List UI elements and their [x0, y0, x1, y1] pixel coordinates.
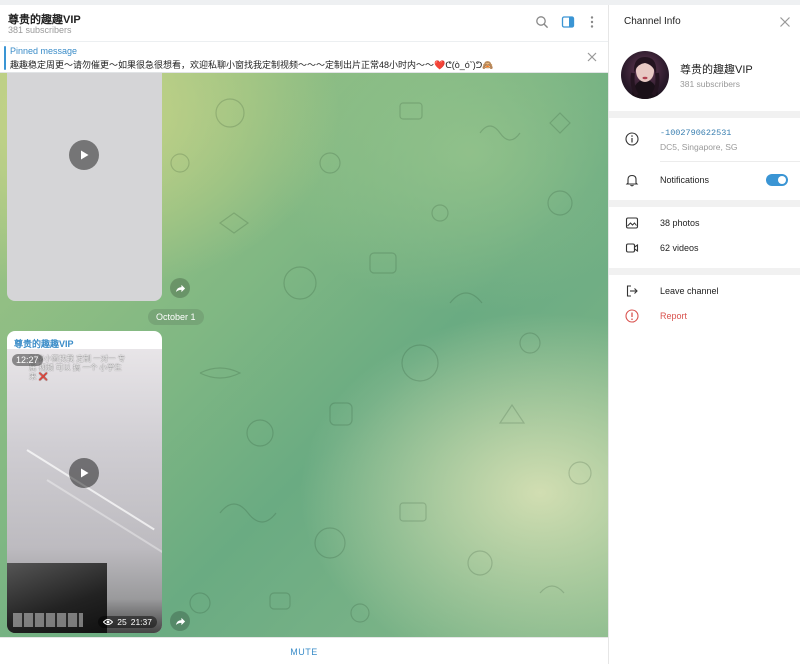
- info-icon-wrap: [625, 132, 639, 146]
- search-icon: [536, 16, 549, 29]
- pinned-title: Pinned message: [10, 46, 78, 56]
- photos-row[interactable]: 38 photos: [609, 213, 800, 233]
- play-icon: [81, 150, 89, 160]
- leave-channel-row[interactable]: Leave channel: [609, 281, 800, 301]
- video-duration: 12:27: [12, 354, 43, 366]
- video-thumbnail[interactable]: 私聊小窗找我 定制 一对一 专属 视频 可以 搞 一个 小学生 来 ❌ 12:2…: [7, 349, 162, 633]
- mute-button[interactable]: MUTE: [0, 638, 608, 664]
- alert-icon: [625, 309, 639, 323]
- eye-icon: [103, 619, 114, 625]
- light-streak: [46, 479, 162, 556]
- play-icon: [81, 468, 89, 478]
- chat-column: 尊贵的趣趣VIP 381 subscribers Pinned message …: [0, 5, 608, 664]
- video-icon: [625, 243, 639, 253]
- info-icon: [625, 132, 639, 146]
- sidebar-toggle-button[interactable]: [559, 13, 577, 31]
- photos-count: 38 photos: [660, 218, 700, 228]
- report-label: Report: [660, 311, 688, 321]
- search-button[interactable]: [533, 13, 551, 31]
- share-icon: [175, 284, 185, 292]
- pinned-accent-bar: [4, 46, 6, 70]
- notifications-label: Notifications: [660, 175, 710, 185]
- video-frame-keys: [13, 613, 83, 627]
- video-message-1[interactable]: [7, 73, 162, 301]
- channel-id[interactable]: -1002790622531: [660, 128, 731, 138]
- video-message-2[interactable]: 尊贵的趣趣VIP 私聊小窗找我 定制 一对一 专属 视频 可以 搞 一个 小学生…: [7, 331, 162, 633]
- photo-icon: [625, 217, 639, 229]
- date-separator: October 1: [148, 309, 204, 325]
- logout-icon: [626, 285, 638, 297]
- bell-icon: [625, 174, 639, 187]
- notifications-toggle[interactable]: [766, 174, 788, 186]
- close-icon[interactable]: [779, 16, 791, 28]
- more-icon: [590, 16, 594, 28]
- composer-bar: MUTE: [0, 637, 608, 664]
- close-icon[interactable]: [586, 51, 598, 63]
- channel-profile: 尊贵的趣趣VIP 381 subscribers: [609, 39, 800, 111]
- pinned-message-bar[interactable]: Pinned message 趣趣稳定周更～请勿催更～如果很急很想看，欢迎私聊小…: [0, 41, 608, 73]
- sidebar-toggle-icon: [561, 16, 575, 28]
- row-separator: [660, 161, 800, 162]
- chat-header[interactable]: 尊贵的趣趣VIP 381 subscribers: [0, 5, 608, 41]
- message-time: 21:37: [130, 617, 152, 627]
- video-frame-dark-area: [7, 563, 107, 633]
- section-divider: [609, 268, 800, 275]
- leave-channel-label: Leave channel: [660, 286, 719, 296]
- pinned-text: 趣趣稳定周更～请勿催更～如果很急很想看，欢迎私聊小窗找我定制视频～～～定制出片正…: [10, 60, 494, 70]
- report-row[interactable]: Report: [609, 306, 800, 326]
- videos-count: 62 videos: [660, 243, 699, 253]
- section-divider: [609, 200, 800, 207]
- photo-icon-wrap: [625, 216, 639, 230]
- more-button[interactable]: [583, 13, 601, 31]
- video-meta: 25 21:37: [98, 616, 157, 628]
- share-button[interactable]: [170, 611, 190, 631]
- channel-name: 尊贵的趣趣VIP: [680, 64, 753, 76]
- info-header: Channel Info: [609, 5, 800, 39]
- avatar[interactable]: [621, 51, 669, 99]
- chat-background: October 1 尊贵的趣趣VIP 私聊小窗找我 定制 一对一 专属 视频 可…: [0, 73, 608, 637]
- channel-info-panel: Channel Info 尊贵的趣趣VIP 381 subscribers -1…: [608, 5, 800, 664]
- videos-row[interactable]: 62 videos: [609, 238, 800, 258]
- channel-id-row[interactable]: -1002790622531 DC5, Singapore, SG: [609, 125, 800, 159]
- notifications-row[interactable]: Notifications: [609, 169, 800, 191]
- share-button[interactable]: [170, 278, 190, 298]
- video-overlay-text: 私聊小窗找我 定制 一对一 专属 视频 可以 搞 一个 小学生 来 ❌: [29, 354, 126, 381]
- play-button[interactable]: [69, 458, 99, 488]
- section-divider: [609, 111, 800, 118]
- channel-subscribers: 381 subscribers: [680, 79, 741, 89]
- share-icon: [175, 617, 185, 625]
- channel-datacenter: DC5, Singapore, SG: [660, 142, 738, 152]
- info-header-title: Channel Info: [624, 16, 681, 27]
- avatar-image: [630, 57, 660, 99]
- video-icon-wrap: [625, 241, 639, 255]
- logout-icon-wrap: [625, 284, 639, 298]
- view-count: 25: [117, 617, 127, 627]
- alert-icon-wrap: [625, 309, 639, 323]
- bell-icon-wrap: [625, 173, 639, 187]
- play-button[interactable]: [69, 140, 99, 170]
- chat-subscribers: 381 subscribers: [8, 25, 72, 35]
